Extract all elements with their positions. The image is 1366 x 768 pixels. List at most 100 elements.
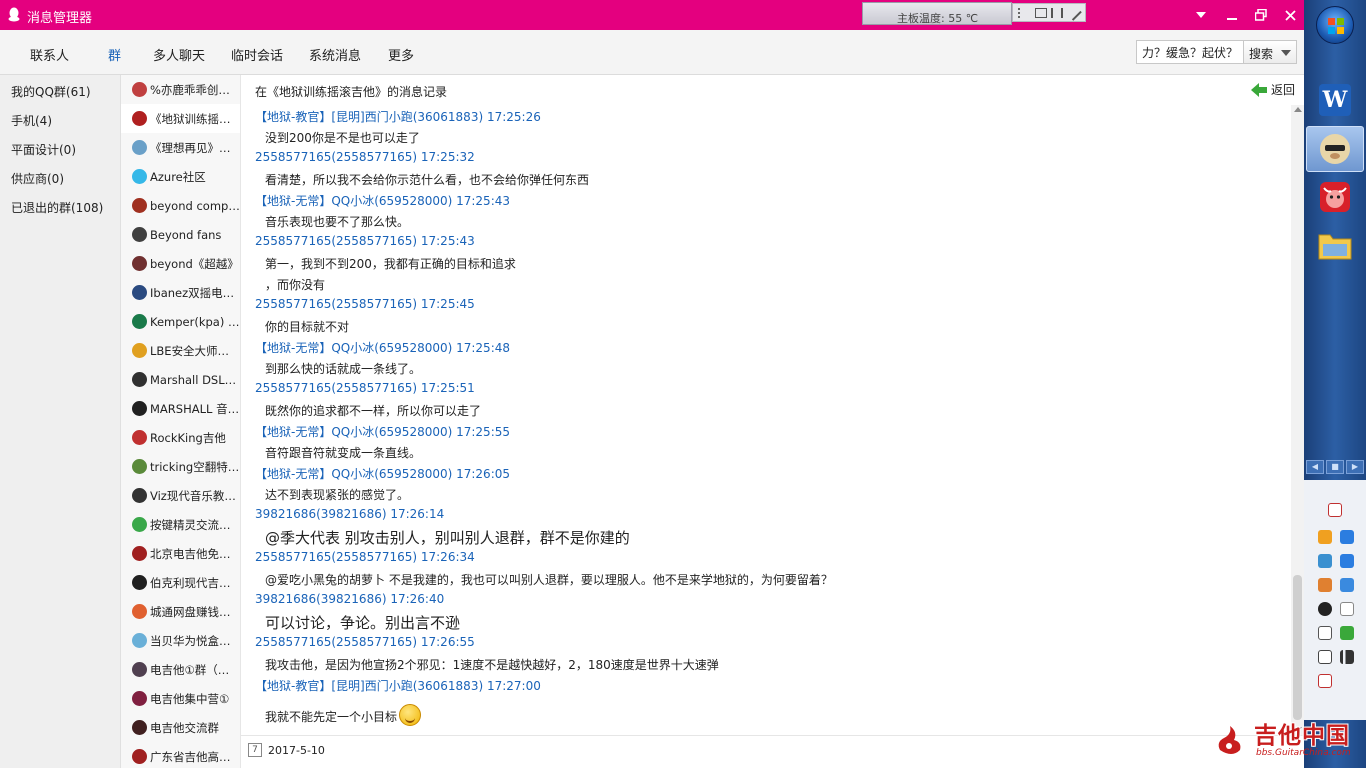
shield-icon[interactable] (1340, 530, 1354, 544)
message-sender[interactable]: 2558577165(2558577165) 17:25:45 (255, 297, 475, 311)
drag-handle-icon[interactable] (1018, 7, 1030, 18)
message-text: 到那么快的话就成一条线了。 (265, 360, 421, 377)
message-sender[interactable]: 2558577165(2558577165) 17:25:43 (255, 234, 475, 248)
taskbar-next-icon[interactable]: ▶ (1346, 460, 1364, 474)
taskbar-app-red[interactable] (1306, 174, 1364, 220)
group-avatar-icon (132, 314, 147, 329)
start-button[interactable] (1316, 6, 1354, 44)
group-list-item[interactable]: RockKing吉他 (121, 423, 240, 452)
group-list-item[interactable]: 《地狱训练摇… (121, 104, 240, 133)
message-sender[interactable]: 【地狱-无常】QQ小冰(659528000) 17:26:05 (255, 465, 510, 482)
calendar-icon[interactable]: 7 (248, 743, 262, 757)
speed-icon[interactable] (1051, 7, 1064, 18)
chevron-down-icon[interactable] (1281, 50, 1291, 56)
tab-contacts[interactable]: 联系人 (30, 45, 69, 64)
message-sender[interactable]: 2558577165(2558577165) 17:25:51 (255, 381, 475, 395)
flag-disabled-icon[interactable] (1318, 674, 1332, 688)
group-list-item[interactable]: 当贝华为悦盒… (121, 626, 240, 655)
wrench-icon[interactable] (1065, 4, 1082, 21)
group-list-item[interactable]: 北京电吉他免… (121, 539, 240, 568)
tray-app-icon[interactable] (1318, 530, 1332, 544)
group-list-item[interactable]: MARSHALL 音… (121, 394, 240, 423)
category-graphic-design[interactable]: 平面设计(0) (11, 141, 76, 158)
message-sender[interactable]: 【地狱-无常】QQ小冰(659528000) 17:25:43 (255, 192, 510, 209)
group-name: 城通网盘赚钱… (150, 604, 231, 619)
group-list-item[interactable]: Beyond fans (121, 220, 240, 249)
group-list-item[interactable]: LBE安全大师… (121, 336, 240, 365)
category-mobile[interactable]: 手机(4) (11, 112, 52, 129)
message-text: 音乐表现也要不了那么快。 (265, 213, 409, 230)
message-sender[interactable]: 2558577165(2558577165) 17:26:34 (255, 550, 475, 564)
group-list-item[interactable]: Marshall DSL40C (121, 365, 240, 394)
group-avatar-icon (132, 430, 147, 445)
group-list-item[interactable]: Ibanez双摇电… (121, 278, 240, 307)
group-avatar-icon (132, 198, 147, 213)
category-my-qq-groups[interactable]: 我的QQ群(61) (11, 83, 91, 100)
message-sender[interactable]: 2558577165(2558577165) 17:25:32 (255, 150, 475, 164)
group-list-item[interactable]: tricking空翻特… (121, 452, 240, 481)
group-list-item[interactable]: 《理想再见》… (121, 133, 240, 162)
message-sender[interactable]: 【地狱-教官】[昆明]西门小跑(36061883) 17:27:00 (255, 677, 541, 694)
message-sender[interactable]: 【地狱-无常】QQ小冰(659528000) 17:25:55 (255, 423, 510, 440)
group-list-item[interactable]: 电吉他①群（… (121, 655, 240, 684)
document-icon[interactable] (1340, 602, 1354, 616)
bluetooth-icon[interactable] (1340, 578, 1354, 592)
message-sender[interactable]: 【地狱-教官】[昆明]西门小跑(36061883) 17:25:26 (255, 108, 541, 125)
signal-icon[interactable] (1340, 650, 1354, 664)
group-list-item[interactable]: 电吉他集中营① (121, 684, 240, 713)
scroll-up-icon[interactable] (1294, 107, 1302, 112)
taskbar-grid-icon[interactable]: ■ (1326, 460, 1344, 474)
chevron-down-icon (1196, 11, 1206, 18)
close-button[interactable] (1280, 5, 1300, 25)
group-list-item[interactable]: Viz现代音乐教… (121, 481, 240, 510)
category-suppliers[interactable]: 供应商(0) (11, 170, 64, 187)
paper-plane-icon[interactable] (1340, 554, 1354, 568)
taskbar-word[interactable]: W (1306, 77, 1364, 123)
search-button[interactable]: 搜索 (1244, 40, 1297, 64)
qq-tray-icon[interactable] (1318, 602, 1332, 616)
group-avatar-icon (132, 343, 147, 358)
message-sender[interactable]: 2558577165(2558577165) 17:26:55 (255, 635, 475, 649)
input-method-icon[interactable] (1328, 503, 1342, 517)
group-list-item[interactable]: beyond《超越》 (121, 249, 240, 278)
group-name: 伯克利现代吉… (150, 575, 231, 590)
clipboard-icon[interactable] (1318, 626, 1332, 640)
message-sender[interactable]: 39821686(39821686) 17:26:40 (255, 592, 444, 606)
tray-game-icon[interactable] (1318, 578, 1332, 592)
group-list-item[interactable]: %亦鹿乖乖创… (121, 75, 240, 104)
message-scrollbar[interactable] (1291, 105, 1304, 735)
volume-icon[interactable] (1318, 650, 1332, 664)
tab-system-messages[interactable]: 系统消息 (309, 45, 361, 64)
group-list-item[interactable]: Azure社区 (121, 162, 240, 191)
tab-multi-chat[interactable]: 多人聊天 (153, 45, 205, 64)
group-list-item[interactable]: 伯克利现代吉… (121, 568, 240, 597)
group-name: 按键精灵交流… (150, 517, 231, 532)
tab-more[interactable]: 更多 (388, 45, 414, 64)
safely-remove-icon[interactable] (1340, 626, 1354, 640)
group-name: beyond《超越》 (150, 256, 239, 271)
group-list-item[interactable]: 电吉他交流群 (121, 713, 240, 742)
scrollbar-thumb[interactable] (1293, 575, 1302, 720)
taskbar-explorer[interactable] (1306, 222, 1364, 268)
group-list-item[interactable]: Kemper(kpa) 交流 (121, 307, 240, 336)
minimize-button[interactable] (1222, 5, 1242, 25)
dropdown-menu-button[interactable] (1191, 5, 1211, 25)
tab-groups[interactable]: 群 (108, 45, 121, 64)
group-list-item[interactable]: 城通网盘赚钱… (121, 597, 240, 626)
message-text-content: 看清楚，所以我不会给你示范什么看，也不会给你弹任何东西 (265, 173, 590, 187)
group-list-item[interactable]: beyond compare (121, 191, 240, 220)
search-input[interactable]: 力？缓急？起伏？ (1136, 40, 1244, 64)
taskbar-qq[interactable] (1306, 126, 1364, 172)
message-sender[interactable]: 39821686(39821686) 17:26:14 (255, 507, 444, 521)
message-sender[interactable]: 【地狱-无常】QQ小冰(659528000) 17:25:48 (255, 339, 510, 356)
tray-network-app-icon[interactable] (1318, 554, 1332, 568)
keyboard-icon[interactable] (1034, 7, 1047, 18)
maximize-button[interactable] (1251, 5, 1271, 25)
group-list-item[interactable]: 广东省吉他高… (121, 742, 240, 768)
tab-temp-session[interactable]: 临时会话 (231, 45, 283, 64)
message-text: 可以讨论，争论。别出言不逊 (265, 612, 460, 633)
group-list-item[interactable]: 按键精灵交流… (121, 510, 240, 539)
category-exited-groups[interactable]: 已退出的群(108) (11, 199, 103, 216)
taskbar-prev-icon[interactable]: ◀ (1306, 460, 1324, 474)
smirk-emoji-icon (399, 704, 422, 726)
